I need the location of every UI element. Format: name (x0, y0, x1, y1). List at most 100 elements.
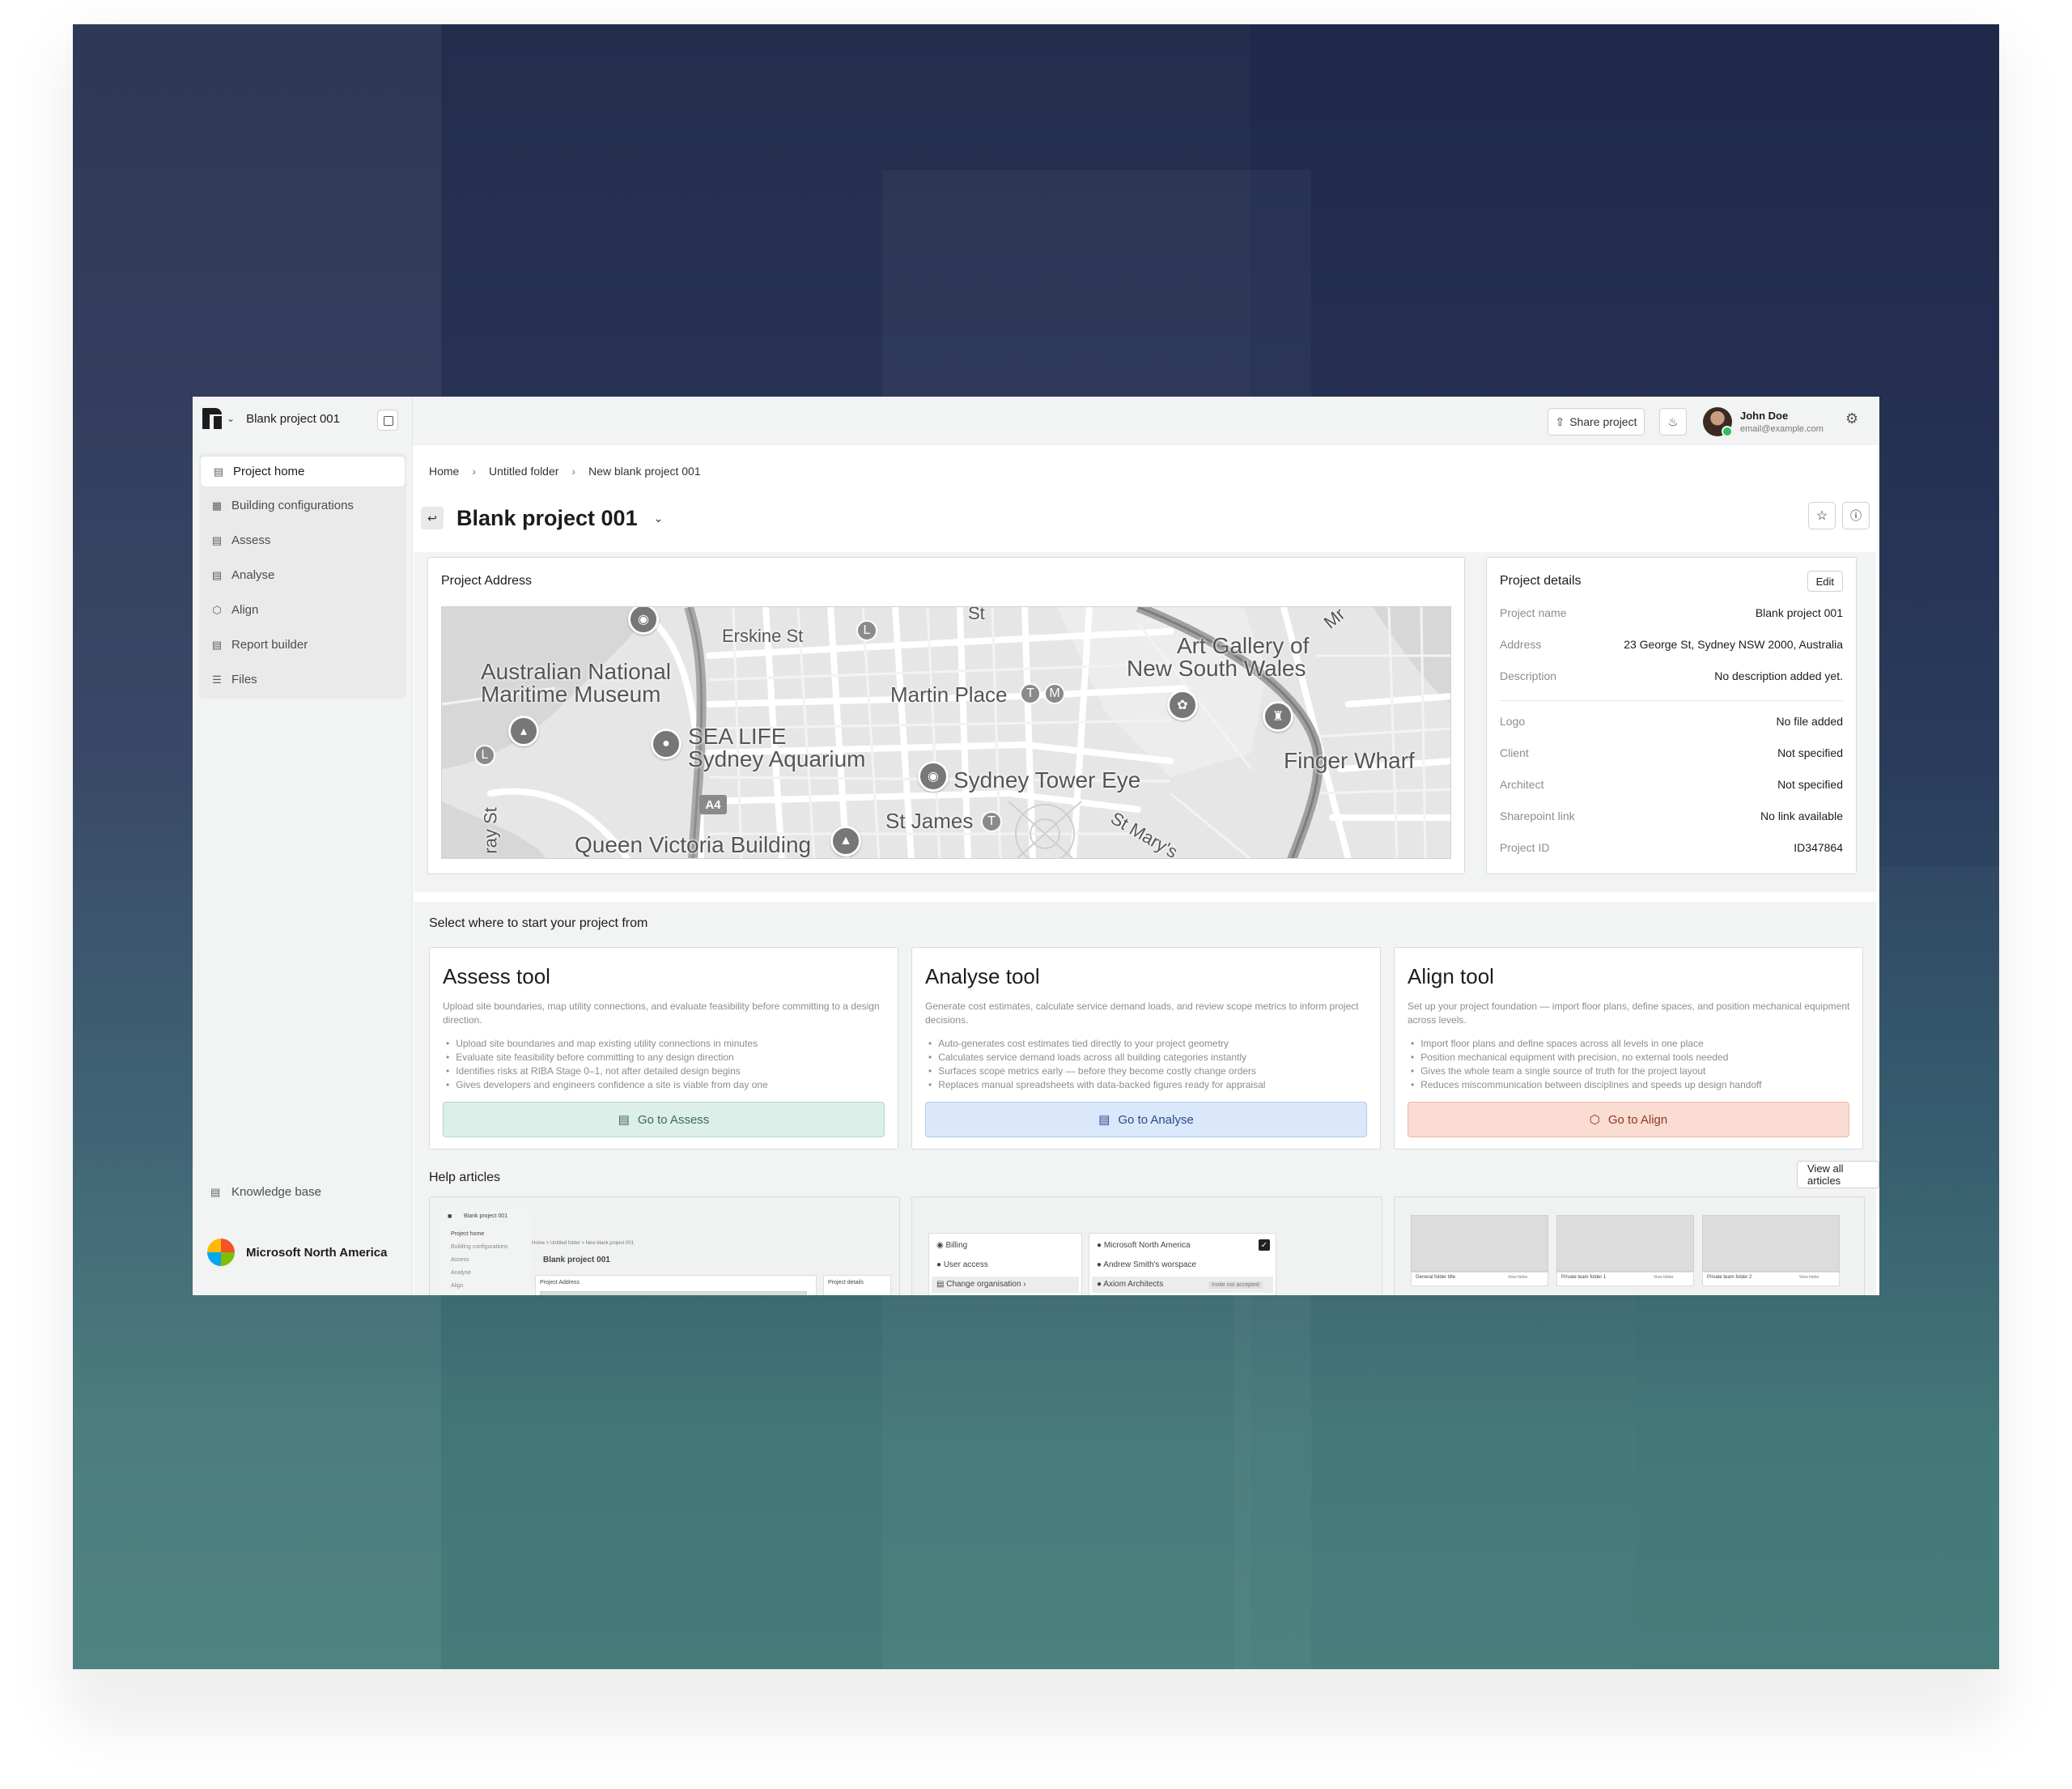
breadcrumb: Home › Untitled folder › New blank proje… (429, 465, 701, 478)
document-icon: ▤ (1098, 1113, 1110, 1127)
list-item: Upload site boundaries and map existing … (446, 1037, 883, 1051)
edit-details-button[interactable]: Edit (1807, 571, 1843, 592)
sidebar-item-align[interactable]: ⬡ Align (199, 593, 406, 627)
go-to-align-button[interactable]: ⬡ Go to Align (1408, 1102, 1849, 1137)
gear-icon[interactable]: ⚙ (1845, 410, 1858, 427)
thumb-folder-preview (1556, 1215, 1694, 1272)
museum-pin-icon[interactable]: ▴ (508, 716, 539, 746)
thumb-folder-title: Private team folder 1 (1561, 1275, 1607, 1280)
detail-row: Sharepoint link No link available (1500, 810, 1843, 826)
map-label-gallery-1: Art Gallery of (1177, 633, 1310, 658)
organisation-name: Microsoft North America (246, 1245, 388, 1260)
sidebar-item-label: Align (231, 603, 259, 617)
thumb-menu-label: User access (943, 1260, 988, 1269)
info-icon: ⓘ (1850, 509, 1862, 522)
map-label-st: St (968, 606, 985, 623)
report-icon: ▤ (211, 638, 223, 651)
sidebar-item-report-builder[interactable]: ▤ Report builder (199, 627, 406, 662)
thumb-sidebar (441, 1209, 530, 1295)
thumb-title: Blank project 001 (543, 1256, 610, 1264)
aquarium-pin-icon[interactable]: ● (651, 729, 681, 759)
detail-row: Project ID ID347864 (1500, 841, 1843, 857)
analyse-tool-card: Analyse tool Generate cost estimates, ca… (911, 947, 1381, 1149)
gallery-pin-icon[interactable]: ✿ (1167, 690, 1198, 720)
project-map[interactable]: Erskine St St Australian National Mariti… (441, 606, 1451, 859)
breadcrumb-home[interactable]: Home (429, 465, 459, 478)
shopping-pin-icon[interactable]: ▲ (830, 826, 861, 856)
tower-pin-icon[interactable]: ♜ (1263, 701, 1293, 732)
page-header: ↩ Blank project 001 ⌄ (421, 502, 663, 534)
project-switcher[interactable]: ⌄ Blank project 001 (202, 405, 405, 432)
favourite-button[interactable]: ☆ (1808, 502, 1836, 529)
help-article-card[interactable]: ◉ Billing ● User access ▤ Change organis… (911, 1196, 1382, 1295)
help-heading: Help articles (429, 1171, 501, 1184)
assess-tool-card: Assess tool Upload site boundaries, map … (429, 947, 898, 1149)
collapse-sidebar-button[interactable] (377, 410, 398, 431)
list-item: Import floor plans and define spaces acr… (1411, 1037, 1848, 1051)
sidebar-project-name: Blank project 001 (246, 411, 340, 426)
breadcrumb-folder[interactable]: Untitled folder (489, 465, 558, 478)
sidebar-item-label: Report builder (231, 638, 308, 652)
detail-row: Project name Blank project 001 (1500, 606, 1843, 623)
detail-key: Logo (1500, 715, 1526, 728)
go-to-analyse-button[interactable]: ▤ Go to Analyse (925, 1102, 1367, 1137)
detail-value: Blank project 001 (1755, 606, 1843, 619)
go-to-assess-button[interactable]: ▤ Go to Assess (443, 1102, 885, 1137)
organisation-switcher[interactable]: Microsoft North America (207, 1239, 387, 1266)
thumb-project: Blank project 001 (464, 1213, 508, 1219)
thumb-folder-title: Private team folder 2 (1707, 1275, 1752, 1280)
map-label-finger-wharf: Finger Wharf (1284, 748, 1415, 773)
thumb-menu-item: ◉ Billing (936, 1241, 968, 1250)
map-label-ray-st: ray St (480, 807, 501, 854)
tool-description: Set up your project foundation — import … (1408, 1001, 1850, 1026)
tool-benefits: Import floor plans and define spaces acr… (1411, 1037, 1848, 1092)
camera-pin-icon[interactable]: ◉ (918, 761, 949, 792)
share-project-button[interactable]: ⇧ Share project (1548, 408, 1645, 436)
sidebar: ⌄ Blank project 001 ▤ Project home ▦ Bui… (193, 397, 413, 1295)
bell-icon: ♨ (1667, 414, 1679, 428)
detail-row: Architect Not specified (1500, 778, 1843, 794)
sidebar-item-analyse[interactable]: ▤ Analyse (199, 558, 406, 593)
thumb-submenu-item: ● Axiom Architects (1097, 1280, 1164, 1289)
chevron-down-icon[interactable]: ⌄ (654, 512, 664, 525)
help-article-card[interactable]: ■ Blank project 001 Project home Buildin… (429, 1196, 900, 1295)
user-name: John Doe (1740, 410, 1789, 422)
document-icon: ▤ (211, 568, 223, 581)
thumb-folder-action: View folder (1654, 1275, 1674, 1280)
thumb-logo-icon: ■ (448, 1212, 452, 1220)
list-item: Surfaces scope metrics early — before th… (928, 1064, 1365, 1078)
checkbox-checked-icon[interactable]: ✓ (1259, 1239, 1270, 1251)
sidebar-item-building-configurations[interactable]: ▦ Building configurations (199, 488, 406, 523)
sidebar-item-label: Analyse (231, 568, 275, 582)
page-title: Blank project 001 (456, 505, 638, 530)
thumb-folder-preview (1702, 1215, 1840, 1272)
thumb-details-title: Project details (828, 1280, 864, 1285)
notifications-button[interactable]: ♨ (1659, 408, 1687, 436)
knowledge-base-link[interactable]: ▤ Knowledge base (210, 1185, 321, 1199)
list-item: Auto-generates cost estimates tied direc… (928, 1037, 1365, 1051)
avatar[interactable] (1703, 407, 1733, 437)
divider (1500, 700, 1843, 701)
list-item: Evaluate site feasibility before committ… (446, 1051, 883, 1064)
thumb-submenu-label: Microsoft North America (1103, 1241, 1191, 1250)
view-all-articles-button[interactable]: View all articles (1797, 1161, 1879, 1188)
back-button[interactable]: ↩ (421, 507, 444, 529)
map-label-st-james: St James (885, 809, 974, 833)
back-arrow-icon: ↩ (427, 511, 437, 525)
sidebar-item-files[interactable]: ☰ Files (199, 662, 406, 697)
database-icon: ☰ (212, 673, 222, 686)
detail-key: Architect (1500, 778, 1544, 791)
chevron-right-icon: › (571, 465, 576, 478)
help-article-card[interactable]: General folder title View folder Private… (1394, 1196, 1865, 1295)
thumb-folder-action: View folder (1508, 1275, 1528, 1280)
sidebar-item-project-home[interactable]: ▤ Project home (201, 457, 405, 487)
sidebar-item-assess[interactable]: ▤ Assess (199, 523, 406, 558)
sidebar-item-label: Assess (231, 533, 271, 547)
card-title: Project Address (441, 574, 533, 588)
chevron-down-icon: ⌄ (227, 413, 236, 424)
tool-benefits: Upload site boundaries and map existing … (446, 1037, 883, 1092)
info-button[interactable]: ⓘ (1842, 502, 1870, 529)
organisation-logo-icon (207, 1239, 235, 1266)
map-label-museum-1: Australian National (481, 659, 672, 684)
breadcrumb-current: New blank project 001 (588, 465, 701, 478)
